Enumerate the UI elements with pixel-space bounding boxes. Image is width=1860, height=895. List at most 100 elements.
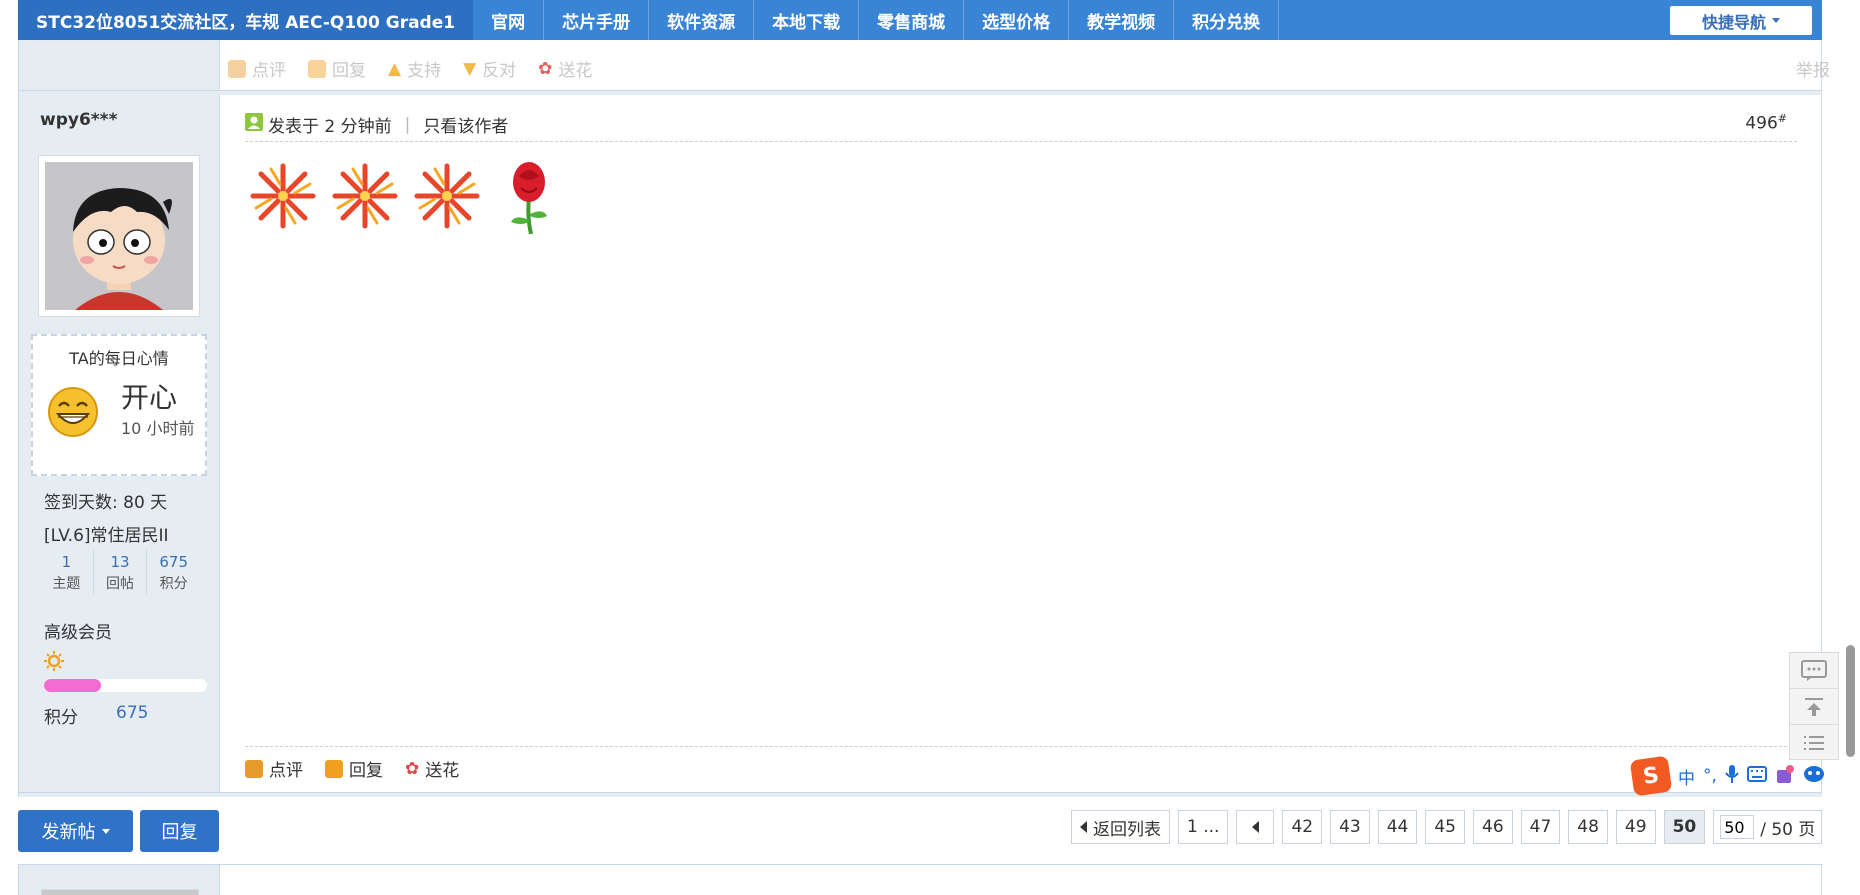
site-brand-link[interactable]: STC32位8051交流社区，车规 AEC-Q100 Grade1	[18, 0, 474, 40]
toolbox-icon[interactable]	[1803, 765, 1825, 788]
page-current: 50	[1663, 810, 1706, 844]
post-header: 发表于 2 分钟前 | 只看该作者 496#	[245, 110, 1797, 142]
send-flower-button[interactable]: ✿ 送花	[405, 756, 459, 782]
back-to-top-button[interactable]	[1790, 689, 1838, 725]
page-48[interactable]: 48	[1568, 810, 1608, 844]
page-45[interactable]: 45	[1425, 810, 1465, 844]
page-46[interactable]: 46	[1473, 810, 1513, 844]
keyboard-icon[interactable]	[1746, 765, 1767, 787]
post-frame	[18, 40, 1822, 797]
previous-post-actions: 点评 回复 ▲ 支持 ▼ 反对 ✿ 送花	[228, 56, 592, 81]
stat-replies[interactable]: 13 回帖	[94, 550, 148, 594]
total-pages: / 50 页	[1760, 819, 1816, 840]
chevron-left-icon	[1251, 821, 1259, 833]
skin-icon[interactable]	[1775, 764, 1795, 789]
send-flower-button[interactable]: ✿ 送花	[538, 56, 592, 82]
nav-item-points-exchange[interactable]: 积分兑换	[1174, 0, 1280, 40]
reply-button[interactable]: 回复	[140, 810, 219, 852]
post-footer-actions: 点评 回复 ✿ 送花	[245, 756, 459, 781]
page-43[interactable]: 43	[1330, 810, 1370, 844]
quick-nav-button[interactable]: 快捷导航	[1670, 6, 1812, 35]
member-grade[interactable]: 高级会员	[44, 618, 112, 643]
avatar-icon	[45, 162, 193, 310]
comment-button[interactable]: 点评	[228, 56, 286, 81]
back-to-list-button[interactable]: 返回列表	[1071, 810, 1170, 844]
page-47[interactable]: 47	[1520, 810, 1561, 844]
points-label: 积分	[44, 708, 78, 728]
stat-topics[interactable]: 1 主题	[40, 550, 94, 594]
reply-icon	[308, 59, 326, 78]
page-jump-input[interactable]	[1720, 815, 1755, 839]
oppose-button[interactable]: ▼ 反对	[463, 56, 516, 82]
fireworks-icon	[250, 163, 316, 229]
nav-item-pricing[interactable]: 选型价格	[964, 0, 1070, 40]
nav-item-shop[interactable]: 零售商城	[859, 0, 965, 40]
page-scrollbar[interactable]	[1846, 645, 1855, 757]
chevron-down-icon	[1772, 18, 1780, 23]
user-level[interactable]: [LV.6]常住居民II	[44, 521, 169, 546]
points-value: 675	[116, 703, 149, 723]
nav-item-download[interactable]: 本地下载	[754, 0, 860, 40]
mood-time: 10 小时前	[121, 419, 195, 438]
report-link[interactable]: 举报	[1796, 56, 1830, 81]
username[interactable]: wpy6***	[40, 110, 117, 130]
mood-word: 开心	[121, 381, 178, 414]
ime-punctuation[interactable]: °,	[1703, 766, 1717, 786]
fireworks-icon	[414, 163, 480, 229]
post-time: 发表于 2 分钟前	[268, 117, 392, 137]
flower-icon: ✿	[405, 758, 420, 779]
nav-item-official[interactable]: 官网	[473, 0, 545, 40]
prev-page-button[interactable]	[1236, 810, 1275, 844]
support-button[interactable]: ▲ 支持	[388, 56, 441, 82]
flower-icon: ✿	[538, 58, 553, 79]
reply-button[interactable]: 回复	[308, 56, 366, 81]
top-navigation: STC32位8051交流社区，车规 AEC-Q100 Grade1 官网 芯片手…	[18, 0, 1822, 40]
page-49[interactable]: 49	[1615, 810, 1656, 844]
reply-button[interactable]: 回复	[325, 756, 383, 781]
new-post-button[interactable]: 发新帖	[18, 810, 133, 852]
chevron-down-icon	[101, 828, 110, 834]
floating-toolbar	[1789, 652, 1839, 760]
comment-icon	[228, 59, 246, 78]
grin-face-icon	[47, 386, 99, 442]
page-first[interactable]: 1 ...	[1178, 810, 1229, 844]
chevron-left-icon	[1080, 821, 1087, 833]
list-button[interactable]	[1790, 725, 1838, 761]
pagination: 返回列表 1 ... 42 43 44 45 46 47 48 49 50 / …	[1071, 810, 1823, 844]
nav-item-datasheet[interactable]: 芯片手册	[544, 0, 650, 40]
user-online-icon	[245, 113, 263, 136]
next-post-frame	[18, 864, 1822, 895]
nav-item-software[interactable]: 软件资源	[649, 0, 755, 40]
signin-days: 签到天数: 80 天	[44, 493, 168, 513]
chat-button[interactable]	[1790, 653, 1838, 689]
page-42[interactable]: 42	[1282, 810, 1323, 844]
avatar[interactable]	[41, 889, 199, 895]
fireworks-icon	[332, 163, 398, 229]
page-44[interactable]: 44	[1377, 810, 1418, 844]
microphone-icon[interactable]	[1725, 764, 1739, 789]
post-separator	[19, 792, 1822, 797]
only-author-link[interactable]: 只看该作者	[423, 112, 508, 137]
ime-mode[interactable]: 中	[1678, 764, 1695, 789]
avatar[interactable]	[38, 155, 200, 317]
mood-title: TA的每日心情	[69, 349, 169, 368]
thumb-down-icon: ▼	[463, 58, 477, 79]
post-content	[245, 158, 567, 234]
chat-icon	[1801, 659, 1827, 681]
reply-icon	[325, 759, 343, 778]
thumb-up-icon: ▲	[388, 58, 402, 79]
daily-mood-card[interactable]: TA的每日心情 开心 10 小时前	[31, 334, 207, 476]
nav-item-videos[interactable]: 教学视频	[1069, 0, 1175, 40]
sun-icon	[44, 651, 64, 675]
arrow-up-icon	[1805, 697, 1823, 716]
floor-number[interactable]: 496#	[1745, 112, 1787, 134]
comment-icon	[245, 759, 263, 778]
stat-points[interactable]: 675 积分	[147, 550, 200, 594]
ime-toolbar[interactable]: S 中 °,	[1629, 755, 1825, 797]
divider: |	[404, 114, 411, 135]
grade-progress-fill	[44, 679, 102, 692]
post-separator	[19, 90, 1822, 95]
user-stats: 1 主题 13 回帖 675 积分	[40, 550, 200, 594]
page-jump: / 50 页	[1713, 810, 1823, 844]
comment-button[interactable]: 点评	[245, 756, 303, 781]
